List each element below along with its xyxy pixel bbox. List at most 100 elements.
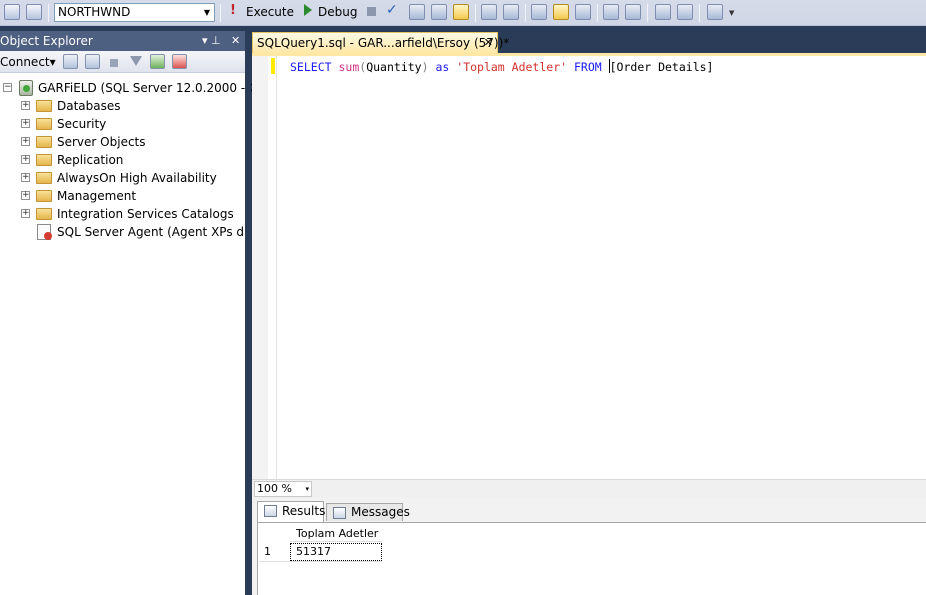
specify-template-values-icon[interactable]: [707, 4, 723, 20]
messages-icon: [333, 507, 346, 519]
tab-label: SQLQuery1.sql - GAR...arfield\Ersoy (57)…: [257, 36, 509, 50]
toolbar-separator: [699, 4, 700, 22]
disconnect-icon[interactable]: [26, 4, 42, 20]
tree-node-integration-services[interactable]: + Integration Services Catalogs: [0, 205, 245, 223]
database-select[interactable]: NORTHWND ▼: [54, 3, 215, 22]
start-powershell-icon[interactable]: [172, 54, 187, 69]
uncomment-lines-icon[interactable]: [625, 4, 641, 20]
results-pane: Results Messages Toplam Adetler 1 51317: [252, 498, 926, 595]
grid-row-divider: [259, 561, 382, 562]
tree-node-label: Security: [57, 115, 106, 133]
tree-node-alwayson[interactable]: + AlwaysOn High Availability: [0, 169, 245, 187]
main-toolbar: NORTHWND ▼ ! Execute Debug ✓ ▼: [0, 0, 926, 26]
sql-function-sum: sum: [338, 60, 359, 74]
sql-keyword-from: FROM: [574, 60, 602, 74]
tree-node-replication[interactable]: + Replication: [0, 151, 245, 169]
close-icon[interactable]: ✕: [484, 33, 493, 53]
toolbar-separator: [647, 4, 648, 22]
toolbar-separator: [525, 4, 526, 22]
object-explorer-toolbar: Connect▾: [0, 51, 245, 73]
sql-keyword-as: as: [435, 60, 449, 74]
expand-icon[interactable]: +: [21, 209, 30, 218]
sql-code-line[interactable]: SELECT sum(Quantity) as 'Toplam Adetler'…: [290, 59, 713, 75]
chevron-down-icon[interactable]: ▼: [200, 4, 214, 21]
grid-cell[interactable]: 51317: [290, 543, 382, 561]
results-to-file-icon[interactable]: [453, 4, 469, 20]
panel-pin-icon[interactable]: ▾ ⊥: [202, 31, 221, 51]
display-plan-icon[interactable]: [409, 4, 425, 20]
expand-icon[interactable]: +: [21, 191, 30, 200]
expand-icon[interactable]: +: [21, 173, 30, 182]
debug-button[interactable]: Debug: [318, 5, 357, 19]
tree-node-label: Replication: [57, 151, 123, 169]
parse-check-icon[interactable]: ✓: [386, 2, 398, 18]
expand-icon[interactable]: +: [21, 119, 30, 128]
tree-server-node[interactable]: − GARFiELD (SQL Server 12.0.2000 - Garfi…: [0, 79, 245, 97]
cancel-query-icon[interactable]: [367, 7, 376, 16]
filter-icon[interactable]: [130, 56, 142, 66]
grid-column-header[interactable]: Toplam Adetler: [290, 525, 382, 542]
toolbar-separator: [48, 4, 49, 22]
tree-node-management[interactable]: + Management: [0, 187, 245, 205]
line-change-marker: [271, 58, 275, 74]
editor-margin: [276, 56, 277, 479]
zoom-select[interactable]: 100 % ▾: [254, 481, 312, 497]
execute-button[interactable]: Execute: [246, 5, 294, 19]
object-explorer-title: Object Explorer: [0, 31, 93, 51]
tree-node-label: SQL Server Agent (Agent XPs disabl: [57, 223, 245, 241]
tree-node-label: Databases: [57, 97, 121, 115]
expand-icon[interactable]: +: [21, 101, 30, 110]
tree-node-server-objects[interactable]: + Server Objects: [0, 133, 245, 151]
tab-messages[interactable]: Messages: [326, 503, 403, 521]
collapse-icon[interactable]: −: [3, 83, 12, 92]
tab-results-label: Results: [282, 504, 325, 518]
query-designer-icon[interactable]: [431, 4, 447, 20]
close-icon[interactable]: ✕: [231, 31, 240, 51]
increase-indent-icon[interactable]: [677, 4, 693, 20]
connect-object-explorer-icon[interactable]: [63, 54, 78, 69]
disconnect-icon[interactable]: [85, 54, 100, 69]
client-statistics-icon[interactable]: [503, 4, 519, 20]
server-icon: [19, 80, 33, 96]
sql-agent-icon: [37, 224, 51, 240]
chevron-down-icon: ▾: [50, 55, 56, 69]
sql-table-name: [Order Details]: [610, 60, 714, 74]
results-to-grid-icon[interactable]: [553, 4, 569, 20]
expand-icon[interactable]: +: [21, 155, 30, 164]
decrease-indent-icon[interactable]: [655, 4, 671, 20]
tab-results[interactable]: Results: [257, 501, 324, 522]
chevron-down-icon[interactable]: ▾: [305, 482, 309, 496]
connect-button[interactable]: Connect▾: [0, 55, 56, 69]
results-to-file-icon[interactable]: [575, 4, 591, 20]
connect-icon[interactable]: [4, 4, 20, 20]
toolbar-overflow-icon[interactable]: ▼: [729, 9, 734, 17]
object-explorer-panel: Object Explorer ▾ ⊥ ✕ Connect▾ − GARFiEL…: [0, 31, 245, 595]
results-grid[interactable]: Toplam Adetler 1 51317: [257, 522, 926, 595]
refresh-icon[interactable]: [150, 54, 165, 69]
results-to-text-icon[interactable]: [531, 4, 547, 20]
query-editor[interactable]: SELECT sum(Quantity) as 'Toplam Adetler'…: [252, 53, 926, 479]
tab-sqlquery1[interactable]: SQLQuery1.sql - GAR...arfield\Ersoy (57)…: [252, 32, 498, 53]
stop-icon[interactable]: [110, 59, 118, 67]
sql-paren-close: ): [422, 60, 429, 74]
object-explorer-title-bar: Object Explorer ▾ ⊥ ✕: [0, 31, 245, 51]
sql-column: Quantity: [366, 60, 421, 74]
database-select-value: NORTHWND: [58, 5, 130, 19]
include-plan-icon[interactable]: [481, 4, 497, 20]
tree-node-security[interactable]: + Security: [0, 115, 245, 133]
tab-messages-label: Messages: [351, 505, 410, 519]
tree-node-label: AlwaysOn High Availability: [57, 169, 217, 187]
sql-string-alias: 'Toplam Adetler': [456, 60, 567, 74]
panel-splitter[interactable]: [245, 31, 251, 595]
sql-keyword-select: SELECT: [290, 60, 332, 74]
tree-node-sql-agent[interactable]: SQL Server Agent (Agent XPs disabl: [0, 223, 245, 241]
comment-lines-icon[interactable]: [603, 4, 619, 20]
connect-label: Connect: [0, 55, 50, 69]
tree-node-databases[interactable]: + Databases: [0, 97, 245, 115]
tree-node-label: Integration Services Catalogs: [57, 205, 234, 223]
expand-icon[interactable]: +: [21, 137, 30, 146]
folder-icon: [36, 190, 52, 202]
execute-icon[interactable]: !: [230, 3, 236, 18]
debug-icon[interactable]: [304, 4, 312, 16]
grid-row-number[interactable]: 1: [264, 543, 271, 560]
